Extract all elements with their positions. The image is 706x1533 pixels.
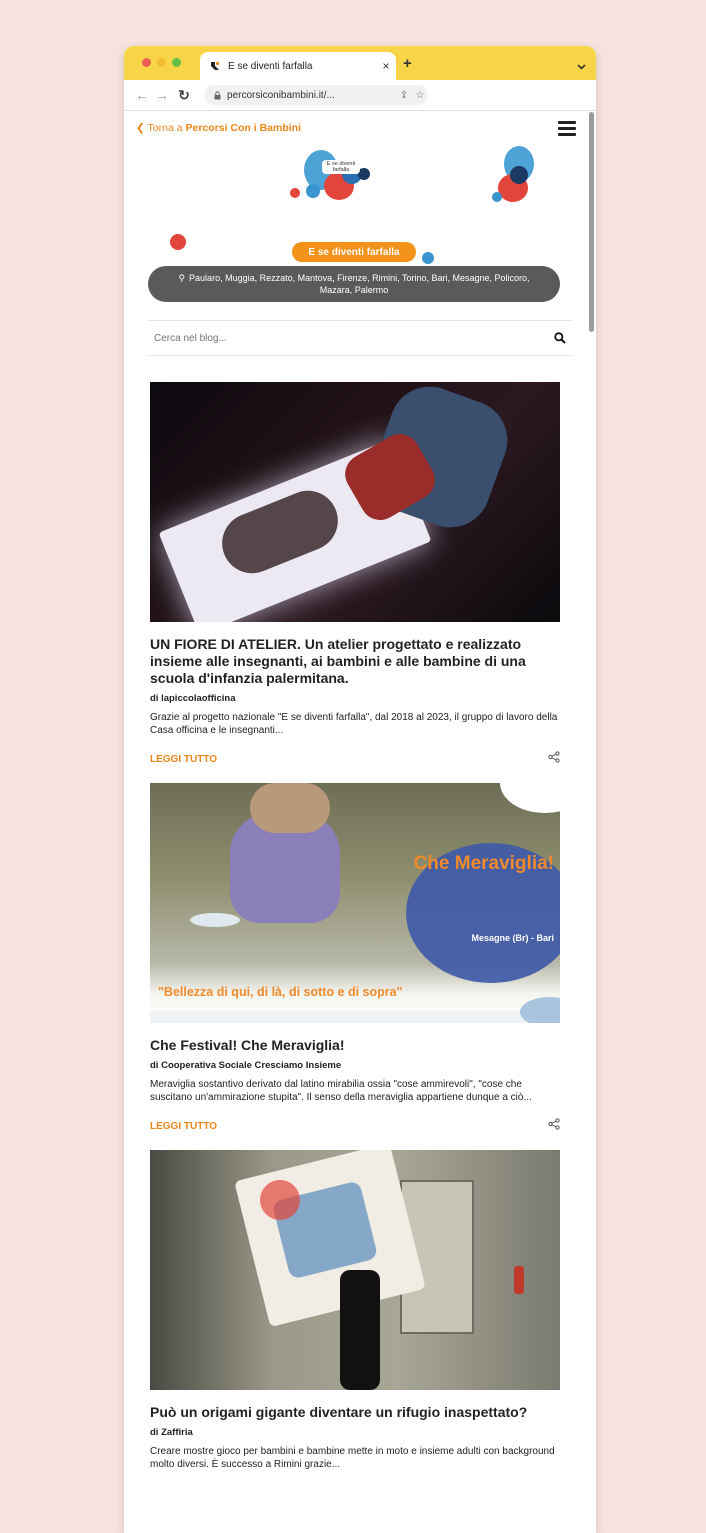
post-title[interactable]: Che Festival! Che Meraviglia! [150, 1037, 560, 1054]
post-excerpt: Meraviglia sostantivo derivato dal latin… [150, 1079, 532, 1103]
image-heading: Che Meraviglia! [413, 853, 554, 874]
post-author: di Cooperativa Sociale Cresciamo Insieme [150, 1060, 342, 1071]
post-author: di lapiccolaofficina [150, 693, 236, 704]
read-more-link[interactable]: LEGGI TUTTO [150, 754, 217, 765]
post-image[interactable] [150, 1150, 560, 1390]
decorative-butterfly [490, 144, 550, 214]
tab-bar: E se diventi farfalla × + [124, 46, 596, 80]
blog-post: UN FIORE DI ATELIER. Un atelier progetta… [150, 382, 560, 769]
project-hero: E se diventi farfalla E se diventi farfa… [124, 144, 596, 316]
project-logo: E se diventi farfalla [284, 146, 384, 216]
site-favicon-icon [210, 61, 220, 71]
blog-post: Che Meraviglia! Mesagne (Br) - Bari "Bel… [150, 783, 560, 1136]
back-to-site-link[interactable]: ❮ Torna a Percorsi Con i Bambini [136, 122, 301, 134]
url-field[interactable]: percorsiconibambini.it/... ⇪ ☆ [204, 85, 428, 105]
blog-search [148, 320, 572, 356]
post-author: di Zaffiria [150, 1427, 193, 1438]
back-arrow-icon[interactable]: ← [132, 87, 152, 103]
forward-arrow-icon[interactable]: → [152, 87, 172, 103]
logo-text: E se diventi farfalla [322, 160, 360, 174]
search-icon[interactable] [554, 332, 566, 344]
share-icon[interactable] [548, 1117, 560, 1135]
post-excerpt: Creare mostre gioco per bambini e bambin… [150, 1446, 555, 1470]
address-bar: ← → ↻ percorsiconibambini.it/... ⇪ ☆ [124, 80, 596, 111]
project-badge[interactable]: E se diventi farfalla [292, 242, 416, 262]
url-text: percorsiconibambini.it/... [227, 89, 335, 101]
read-more-link[interactable]: LEGGI TUTTO [150, 1121, 217, 1132]
reload-icon[interactable]: ↻ [174, 87, 194, 104]
share-page-icon[interactable]: ⇪ [396, 90, 412, 101]
site-topbar: ❮ Torna a Percorsi Con i Bambini [124, 110, 596, 144]
post-title[interactable]: Può un origami gigante diventare un rifu… [150, 1404, 560, 1421]
tab-close-button[interactable]: × [376, 59, 396, 73]
tab-title: E se diventi farfalla [228, 60, 313, 72]
locations-text: Paularo, Muggia, Rezzato, Mantova, Firen… [189, 273, 530, 295]
decorative-dot [422, 252, 434, 264]
decorative-dot [170, 234, 186, 250]
post-footer: LEGGI TUTTO [150, 1116, 560, 1136]
map-pin-icon: ⚲ [178, 273, 186, 283]
project-locations: ⚲ Paularo, Muggia, Rezzato, Mantova, Fire… [148, 266, 560, 302]
post-image[interactable] [150, 382, 560, 622]
page-content: ❮ Torna a Percorsi Con i Bambini E se di… [124, 110, 596, 1483]
new-tab-button[interactable]: + [403, 55, 412, 72]
menu-icon[interactable] [558, 121, 576, 139]
image-tagline: "Bellezza di qui, di là, di sotto e di s… [158, 985, 403, 999]
blog-post: Può un origami gigante diventare un rifu… [150, 1150, 560, 1471]
chevron-left-icon: ❮ [136, 122, 148, 134]
search-input[interactable] [148, 331, 496, 345]
close-window-button[interactable] [142, 58, 151, 67]
post-image[interactable]: Che Meraviglia! Mesagne (Br) - Bari "Bel… [150, 783, 560, 1023]
post-title[interactable]: UN FIORE DI ATELIER. Un atelier progetta… [150, 636, 560, 687]
back-link-prefix: Torna a [147, 122, 186, 134]
back-link-site: Percorsi Con i Bambini [185, 122, 302, 134]
post-excerpt: Grazie al progetto nazionale "E se diven… [150, 712, 558, 736]
maximize-window-button[interactable] [172, 58, 181, 67]
minimize-window-button[interactable] [157, 58, 166, 67]
post-footer: LEGGI TUTTO [150, 749, 560, 769]
browser-window: E se diventi farfalla × + ← → ↻ percorsi… [124, 46, 596, 1533]
browser-tab[interactable]: E se diventi farfalla × [200, 52, 396, 80]
lock-icon [214, 90, 221, 100]
share-icon[interactable] [548, 750, 560, 768]
chevron-down-icon[interactable] [577, 57, 586, 75]
image-place: Mesagne (Br) - Bari [471, 933, 554, 943]
bookmark-star-icon[interactable]: ☆ [412, 90, 428, 101]
